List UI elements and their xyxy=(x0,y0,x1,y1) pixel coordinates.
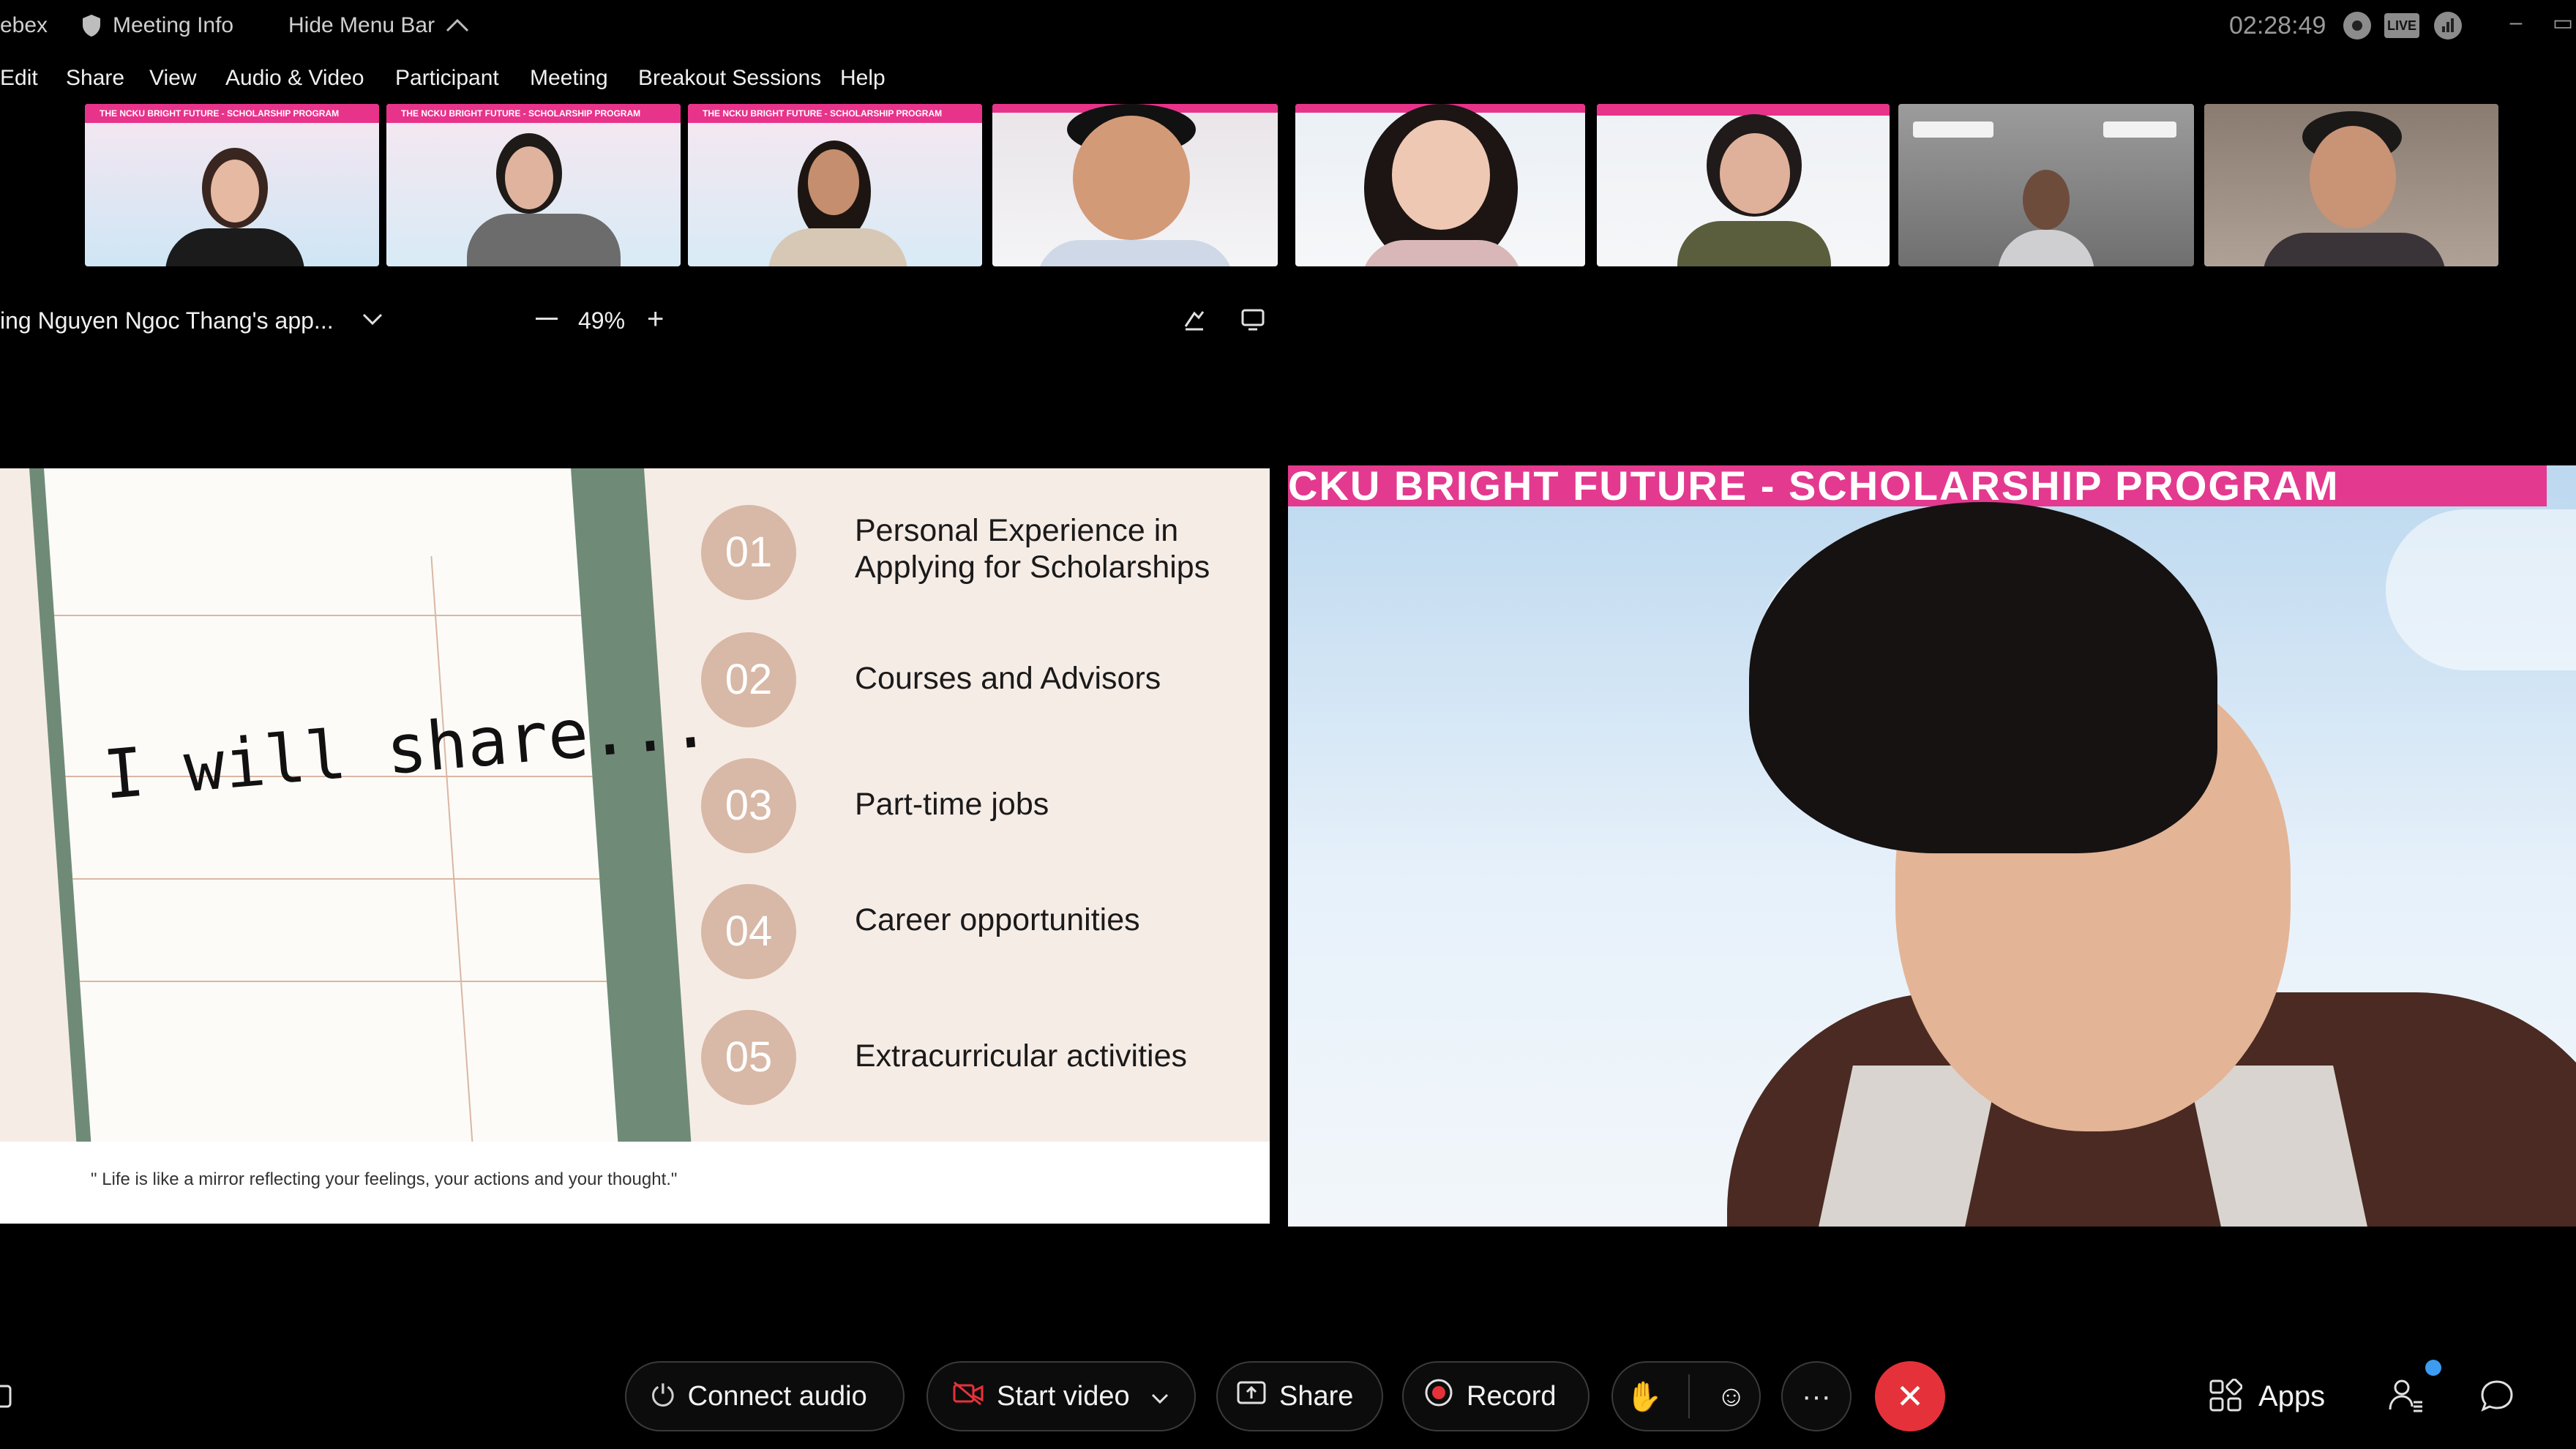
menu-share[interactable]: Share xyxy=(66,66,124,91)
chevron-down-icon[interactable] xyxy=(1150,1381,1169,1412)
video-banner-text: CKU BRIGHT FUTURE - SCHOLARSHIP PROGRAM xyxy=(1288,465,2340,509)
chat-icon[interactable] xyxy=(2479,1379,2515,1418)
menu-bar: Edit Share View Audio & Video Participan… xyxy=(0,59,1025,100)
item-number: 04 xyxy=(701,884,796,979)
menu-meeting[interactable]: Meeting xyxy=(530,66,608,91)
participant-thumbnail[interactable] xyxy=(1597,104,1890,266)
participant-thumbnail[interactable]: THE NCKU BRIGHT FUTURE - SCHOLARSHIP PRO… xyxy=(386,104,681,266)
reaction-icon[interactable]: ☺ xyxy=(1716,1380,1746,1413)
raise-hand-icon[interactable]: ✋ xyxy=(1626,1379,1663,1414)
start-video-label: Start video xyxy=(997,1380,1130,1412)
start-video-button[interactable]: Start video xyxy=(926,1361,1196,1431)
item-number: 05 xyxy=(701,1010,796,1105)
item-text: Courses and Advisors xyxy=(855,661,1161,696)
reactions-group: ✋ ☺ xyxy=(1611,1361,1761,1431)
share-label: Share xyxy=(1279,1380,1354,1412)
layout-icon[interactable] xyxy=(0,1383,15,1413)
item-text: Extracurricular activities xyxy=(855,1038,1187,1074)
connect-audio-label: Connect audio xyxy=(687,1380,867,1412)
slide-quote: " Life is like a mirror reflecting your … xyxy=(91,1169,678,1189)
zoom-level: 49% xyxy=(578,307,626,334)
item-number: 01 xyxy=(701,505,796,600)
more-options-icon[interactable]: ··· xyxy=(1781,1361,1852,1431)
app-name: ebex xyxy=(0,13,48,37)
shared-slide: I will share... 01 Personal Experience i… xyxy=(0,468,1270,1224)
connect-audio-button[interactable]: ⏻ Connect audio xyxy=(625,1361,905,1431)
item-number: 02 xyxy=(701,632,796,727)
record-button[interactable]: Record xyxy=(1402,1361,1590,1431)
audio-plug-icon: ⏻ xyxy=(651,1379,675,1412)
meeting-clock: 02:28:49 xyxy=(2229,12,2326,40)
chevron-up-icon[interactable] xyxy=(445,16,470,37)
chevron-down-icon[interactable] xyxy=(362,312,383,330)
share-toolbar: ing Nguyen Ngoc Thang's app... 49% + xyxy=(0,293,1270,348)
hide-menu-bar-button[interactable]: Hide Menu Bar xyxy=(288,13,435,38)
participant-thumbnail[interactable] xyxy=(1898,104,2194,266)
signal-icon[interactable] xyxy=(2434,12,2462,40)
apps-icon[interactable] xyxy=(2209,1378,2243,1416)
speaker-hair xyxy=(1749,502,2217,853)
menu-help[interactable]: Help xyxy=(840,66,886,91)
screen-options-icon[interactable] xyxy=(1240,306,1266,336)
share-button[interactable]: Share xyxy=(1216,1361,1383,1431)
menu-audio-video[interactable]: Audio & Video xyxy=(225,66,364,91)
zoom-out-icon[interactable] xyxy=(536,318,558,320)
annotate-icon[interactable] xyxy=(1181,306,1208,336)
participant-thumbnail[interactable] xyxy=(992,104,1278,266)
minimize-icon[interactable]: – xyxy=(2501,10,2531,40)
item-text-line: Applying for Scholarships xyxy=(855,550,1210,585)
participant-thumbnail[interactable] xyxy=(2204,104,2498,266)
menu-edit[interactable]: Edit xyxy=(0,66,38,91)
participants-icon[interactable] xyxy=(2387,1377,2425,1419)
thumbnail-banner-text: THE NCKU BRIGHT FUTURE - SCHOLARSHIP PRO… xyxy=(100,108,340,119)
participant-thumbnail[interactable]: THE NCKU BRIGHT FUTURE - SCHOLARSHIP PRO… xyxy=(85,104,379,266)
item-text: Part-time jobs xyxy=(855,787,1049,822)
notification-dot xyxy=(2425,1360,2441,1376)
meeting-info-button[interactable]: Meeting Info xyxy=(113,13,233,38)
record-label: Record xyxy=(1467,1380,1557,1412)
participant-thumbnail[interactable]: THE NCKU BRIGHT FUTURE - SCHOLARSHIP PRO… xyxy=(688,104,982,266)
menu-view[interactable]: View xyxy=(149,66,196,91)
active-speaker-video[interactable]: CKU BRIGHT FUTURE - SCHOLARSHIP PROGRAM xyxy=(1288,465,2576,1227)
item-text: Personal Experience in Applying for Scho… xyxy=(855,512,1210,585)
menu-breakout-sessions[interactable]: Breakout Sessions xyxy=(638,66,821,91)
shared-app-title[interactable]: ing Nguyen Ngoc Thang's app... xyxy=(0,307,334,334)
item-text: Career opportunities xyxy=(855,902,1140,937)
shield-icon[interactable] xyxy=(80,13,102,38)
thumbnail-banner-text: THE NCKU BRIGHT FUTURE - SCHOLARSHIP PRO… xyxy=(703,108,943,119)
live-badge: LIVE xyxy=(2384,13,2419,38)
title-bar: ebex Meeting Info Hide Menu Bar 02:28:49… xyxy=(0,0,2576,54)
item-number: 03 xyxy=(701,758,796,853)
thumbnail-banner-text: THE NCKU BRIGHT FUTURE - SCHOLARSHIP PRO… xyxy=(401,108,641,119)
video-off-icon xyxy=(953,1380,984,1413)
video-banner: CKU BRIGHT FUTURE - SCHOLARSHIP PROGRAM xyxy=(1288,465,2547,506)
end-call-button[interactable]: ✕ xyxy=(1875,1361,1945,1431)
item-text-line: Personal Experience in xyxy=(855,513,1179,548)
zoom-in-icon[interactable]: + xyxy=(647,304,664,334)
maximize-icon[interactable]: ▭ xyxy=(2548,10,2576,40)
participant-thumbnail[interactable] xyxy=(1295,104,1585,266)
menu-participant[interactable]: Participant xyxy=(395,66,499,91)
share-screen-icon xyxy=(1237,1380,1266,1413)
record-icon xyxy=(1424,1378,1453,1415)
apps-button[interactable]: Apps xyxy=(2258,1380,2325,1413)
record-indicator-icon xyxy=(2343,12,2371,40)
